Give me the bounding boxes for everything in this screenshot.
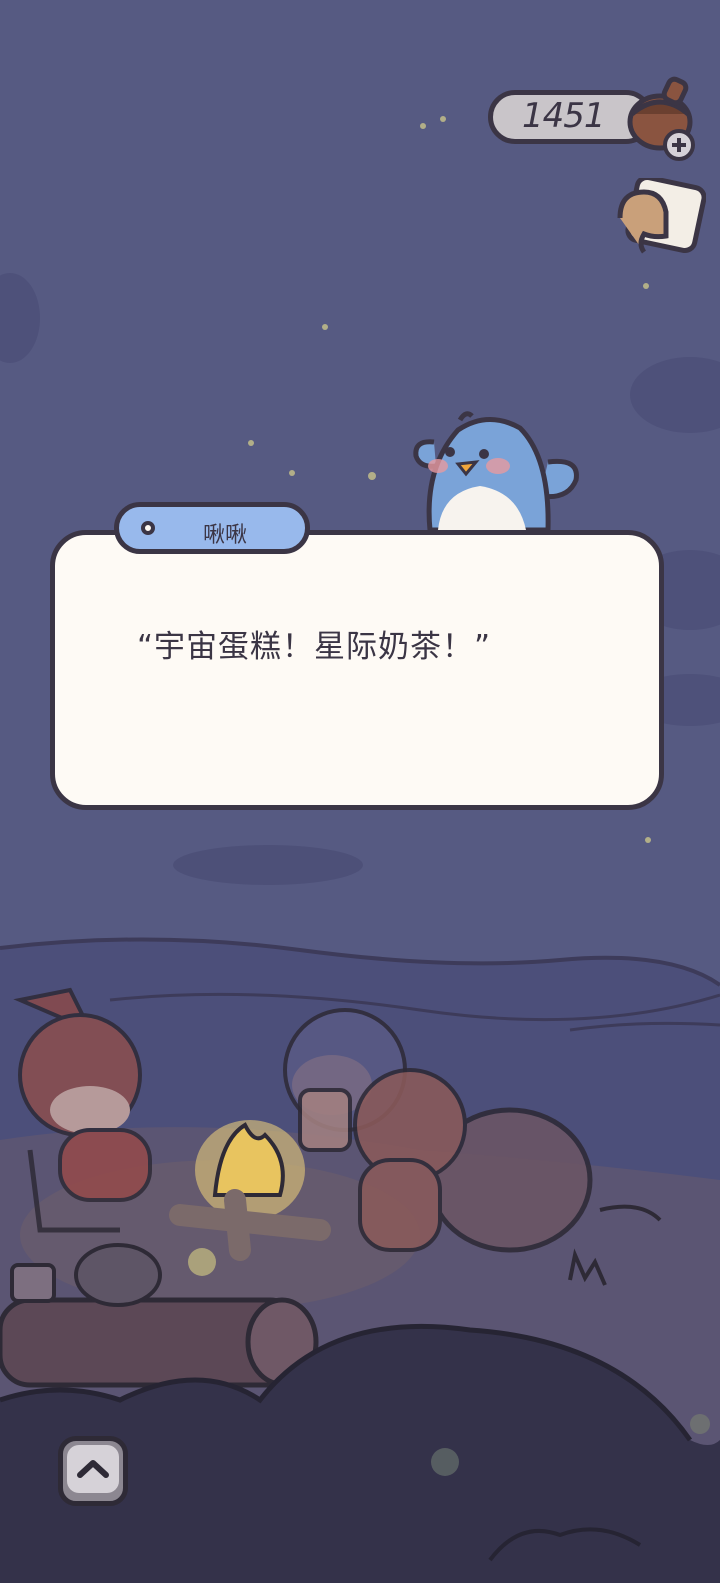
speaker-name: 啾啾 (202, 523, 247, 548)
plus-icon[interactable] (662, 128, 696, 162)
chevron-up-icon (77, 1460, 109, 1478)
dialog-box[interactable]: “宇宙蛋糕！星际奶茶！” (50, 530, 664, 810)
dialog-text: “宇宙蛋糕！星际奶茶！” (137, 629, 492, 665)
expand-up-button[interactable] (58, 1436, 128, 1506)
bird-character (413, 411, 579, 533)
acorn-count: 1451 (522, 96, 606, 136)
gift-card-icon[interactable] (614, 178, 706, 258)
speaker-name-tag: 啾啾 (114, 502, 310, 554)
acorn-currency-counter[interactable]: 1451 (488, 76, 708, 162)
